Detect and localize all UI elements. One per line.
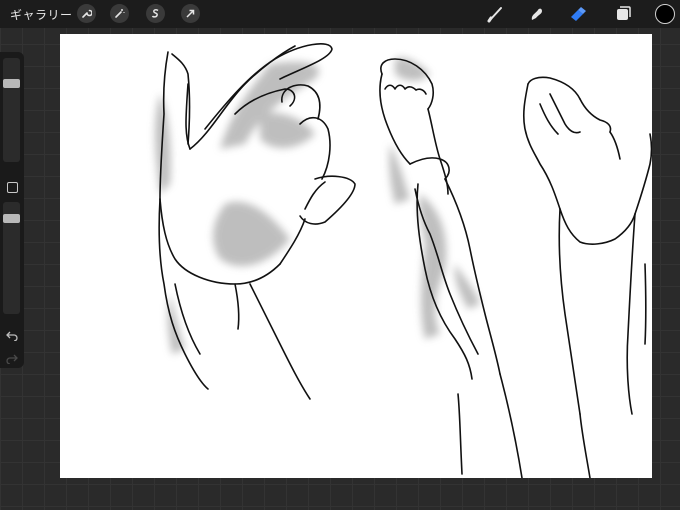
eraser-icon[interactable]	[568, 5, 588, 23]
brush-icon[interactable]	[486, 5, 506, 23]
hand-sketch-drawing	[155, 43, 652, 478]
brush-size-slider[interactable]	[3, 58, 20, 162]
modify-button[interactable]	[7, 182, 18, 193]
brush-size-slider-handle[interactable]	[3, 78, 20, 88]
wrench-icon[interactable]	[77, 4, 96, 23]
layers-icon[interactable]	[612, 5, 632, 23]
left-sidebar	[0, 52, 24, 368]
selection-icon[interactable]	[146, 4, 165, 23]
undo-icon[interactable]	[6, 326, 18, 342]
opacity-slider-handle[interactable]	[3, 214, 20, 224]
transform-arrow-icon[interactable]	[181, 4, 200, 23]
smudge-icon[interactable]	[527, 5, 547, 23]
gallery-button[interactable]: ギャラリー	[10, 6, 73, 23]
magic-wand-icon[interactable]	[110, 4, 129, 23]
color-picker-swatch[interactable]	[655, 4, 675, 24]
drawing-canvas[interactable]	[60, 34, 652, 478]
redo-icon[interactable]	[6, 349, 18, 365]
top-toolbar: ギャラリー	[0, 0, 680, 28]
